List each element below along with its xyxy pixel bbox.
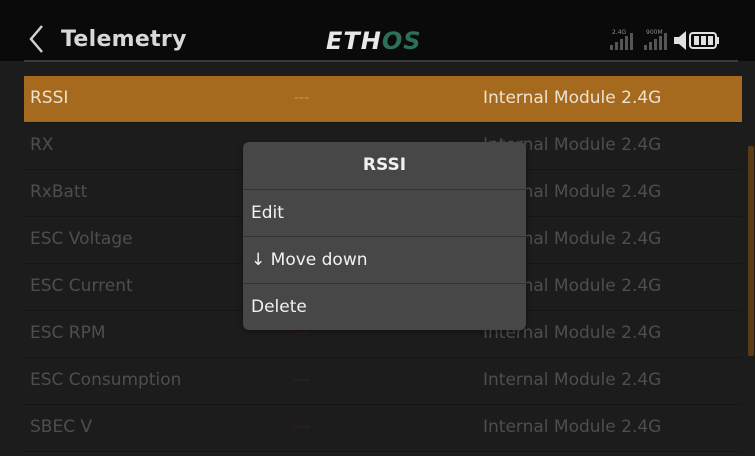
status-area[interactable]: 2.4G 900M xyxy=(606,28,746,52)
sensor-source: Internal Module 2.4G xyxy=(483,370,662,390)
telemetry-row-sbec-v[interactable]: SBEC V --- Internal Module 2.4G xyxy=(24,405,742,452)
sensor-name: ESC RPM xyxy=(30,323,106,343)
sensor-name: RSSI xyxy=(30,88,69,108)
svg-text:2.4G: 2.4G xyxy=(612,29,627,36)
menu-item-delete[interactable]: Delete xyxy=(243,283,526,330)
context-menu-title: RSSI xyxy=(362,155,407,175)
context-menu: RSSI Edit ↓ Move down Delete xyxy=(243,142,526,330)
chevron-left-icon xyxy=(29,25,43,53)
telemetry-row-rssi[interactable]: RSSI --- Internal Module 2.4G xyxy=(24,76,742,123)
telemetry-row-esc-consumption[interactable]: ESC Consumption --- Internal Module 2.4G xyxy=(24,358,742,405)
back-button[interactable] xyxy=(26,22,48,62)
signal-24g-icon: 2.4G xyxy=(610,29,633,50)
svg-text:900M: 900M xyxy=(646,29,663,36)
sensor-value: --- xyxy=(294,90,310,106)
sensor-value: --- xyxy=(294,419,310,435)
sensor-name: ESC Voltage xyxy=(30,229,133,249)
menu-item-move-down[interactable]: ↓ Move down xyxy=(243,236,526,283)
speaker-icon xyxy=(674,31,686,50)
sensor-name: ESC Current xyxy=(30,276,133,296)
ethos-logo: ETHOS xyxy=(326,27,422,55)
sensor-source: Internal Module 2.4G xyxy=(483,88,662,108)
sensor-name: ESC Consumption xyxy=(30,370,182,390)
top-bar: Telemetry ETHOS 2.4G 900M xyxy=(0,0,755,61)
sensor-name: RX xyxy=(30,135,54,155)
battery-icon xyxy=(689,32,719,49)
sensor-name: SBEC V xyxy=(30,417,93,437)
page-title: Telemetry xyxy=(61,27,187,52)
signal-900m-icon: 900M xyxy=(644,29,667,50)
header-divider xyxy=(24,60,738,62)
sensor-name: RxBatt xyxy=(30,182,88,202)
menu-item-edit[interactable]: Edit xyxy=(243,189,526,236)
sensor-source: Internal Module 2.4G xyxy=(483,417,662,437)
sensor-value: --- xyxy=(294,372,310,388)
scrollbar[interactable] xyxy=(748,146,754,356)
